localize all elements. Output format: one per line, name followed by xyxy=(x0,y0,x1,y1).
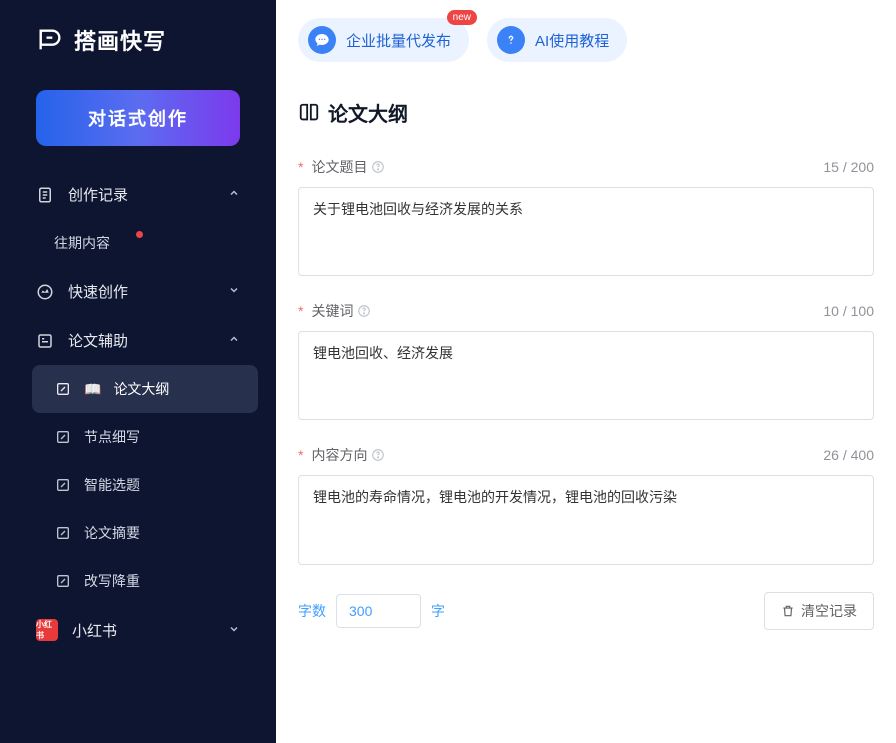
chevron-up-icon xyxy=(228,333,240,348)
question-icon xyxy=(497,26,525,54)
required-star-icon: * xyxy=(298,159,303,175)
logo: 搭画快写 xyxy=(0,0,276,76)
nav-group-paper: 论文辅助 📖 论文大纲 节点细写 xyxy=(0,316,276,605)
edit-icon xyxy=(54,428,72,446)
field-topic: * 论文题目 15 / 200 xyxy=(298,157,874,281)
keywords-input[interactable] xyxy=(298,331,874,420)
new-badge: new xyxy=(447,10,477,25)
app-name: 搭画快写 xyxy=(74,24,166,56)
bottom-controls: 字数 字 清空记录 xyxy=(276,570,896,652)
tutorial-label: AI使用教程 xyxy=(535,30,609,51)
word-count-label: 字数 xyxy=(298,601,326,621)
create-button[interactable]: 对话式创作 xyxy=(36,90,240,146)
nav-group-quick: 快速创作 xyxy=(0,267,276,316)
field-label: * 关键词 xyxy=(298,301,371,321)
clear-button[interactable]: 清空记录 xyxy=(764,592,874,630)
nav-item-topic[interactable]: 智能选题 xyxy=(32,461,258,509)
nav-label: 论文辅助 xyxy=(68,330,128,351)
nav-header-history[interactable]: 创作记录 xyxy=(18,170,258,219)
help-icon[interactable] xyxy=(371,448,385,462)
chat-icon xyxy=(308,26,336,54)
nav-item-label: 论文摘要 xyxy=(84,523,140,543)
nav-item-label: 改写降重 xyxy=(84,571,140,591)
field-direction: * 内容方向 26 / 400 xyxy=(298,445,874,569)
page-title: 论文大纲 xyxy=(276,70,896,137)
form: * 论文题目 15 / 200 * 关键词 10 / 100 xyxy=(276,137,896,570)
nav-item-label: 智能选题 xyxy=(84,475,140,495)
paper-icon xyxy=(36,332,54,350)
nav-group-history: 创作记录 往期内容 xyxy=(0,170,276,267)
publish-pill[interactable]: 企业批量代发布 new xyxy=(298,18,469,62)
nav-item-label: 往期内容 xyxy=(54,233,110,253)
field-label: * 内容方向 xyxy=(298,445,385,465)
edit-icon xyxy=(54,572,72,590)
nav-item-label: 论文大纲 xyxy=(113,379,169,399)
nav-label: 快速创作 xyxy=(68,281,128,302)
required-star-icon: * xyxy=(298,303,303,319)
chevron-up-icon xyxy=(228,187,240,202)
label-text: 关键词 xyxy=(311,301,353,321)
nav-label: 创作记录 xyxy=(68,184,128,205)
nav-label: 小红书 xyxy=(72,620,117,641)
direction-input[interactable] xyxy=(298,475,874,564)
clear-label: 清空记录 xyxy=(801,601,857,621)
nav-item-abstract[interactable]: 论文摘要 xyxy=(32,509,258,557)
topic-input[interactable] xyxy=(298,187,874,276)
word-count-suffix: 字 xyxy=(431,601,445,621)
label-text: 论文题目 xyxy=(311,157,367,177)
publish-label: 企业批量代发布 xyxy=(346,30,451,51)
tutorial-pill[interactable]: AI使用教程 xyxy=(487,18,627,62)
topbar: 企业批量代发布 new AI使用教程 xyxy=(276,0,896,70)
nav-header-quick[interactable]: 快速创作 xyxy=(18,267,258,316)
field-label: * 论文题目 xyxy=(298,157,385,177)
book-icon xyxy=(298,102,320,124)
xiaohongshu-icon: 小红书 xyxy=(36,619,58,641)
chevron-down-icon xyxy=(228,623,240,638)
edit-icon xyxy=(54,380,72,398)
nav-header-xhs[interactable]: 小红书 小红书 xyxy=(18,605,258,655)
sidebar: 搭画快写 对话式创作 创作记录 往期内容 快速创作 xyxy=(0,0,276,743)
nav-item-rewrite[interactable]: 改写降重 xyxy=(32,557,258,605)
help-icon[interactable] xyxy=(357,304,371,318)
trash-icon xyxy=(781,604,795,618)
page-title-text: 论文大纲 xyxy=(328,98,408,127)
char-counter: 15 / 200 xyxy=(823,159,874,175)
edit-icon xyxy=(54,524,72,542)
char-counter: 10 / 100 xyxy=(823,303,874,319)
word-count-input[interactable] xyxy=(336,594,421,628)
nav-item-past-content[interactable]: 往期内容 xyxy=(32,219,258,267)
nav-item-label: 节点细写 xyxy=(84,427,140,447)
chevron-down-icon xyxy=(228,284,240,299)
notification-dot-icon xyxy=(136,231,143,238)
nav-item-detail[interactable]: 节点细写 xyxy=(32,413,258,461)
main-content: 企业批量代发布 new AI使用教程 论文大纲 * 论文题目 15 / 200 xyxy=(276,0,896,743)
field-keywords: * 关键词 10 / 100 xyxy=(298,301,874,425)
help-icon[interactable] xyxy=(371,160,385,174)
required-star-icon: * xyxy=(298,447,303,463)
document-icon xyxy=(36,186,54,204)
book-emoji-icon: 📖 xyxy=(84,381,101,398)
nav-item-outline[interactable]: 📖 论文大纲 xyxy=(32,365,258,413)
logo-icon xyxy=(36,26,64,54)
label-text: 内容方向 xyxy=(311,445,367,465)
nav-group-xhs: 小红书 小红书 xyxy=(0,605,276,655)
edit-icon xyxy=(54,476,72,494)
crown-icon xyxy=(36,283,54,301)
char-counter: 26 / 400 xyxy=(823,447,874,463)
nav-header-paper[interactable]: 论文辅助 xyxy=(18,316,258,365)
